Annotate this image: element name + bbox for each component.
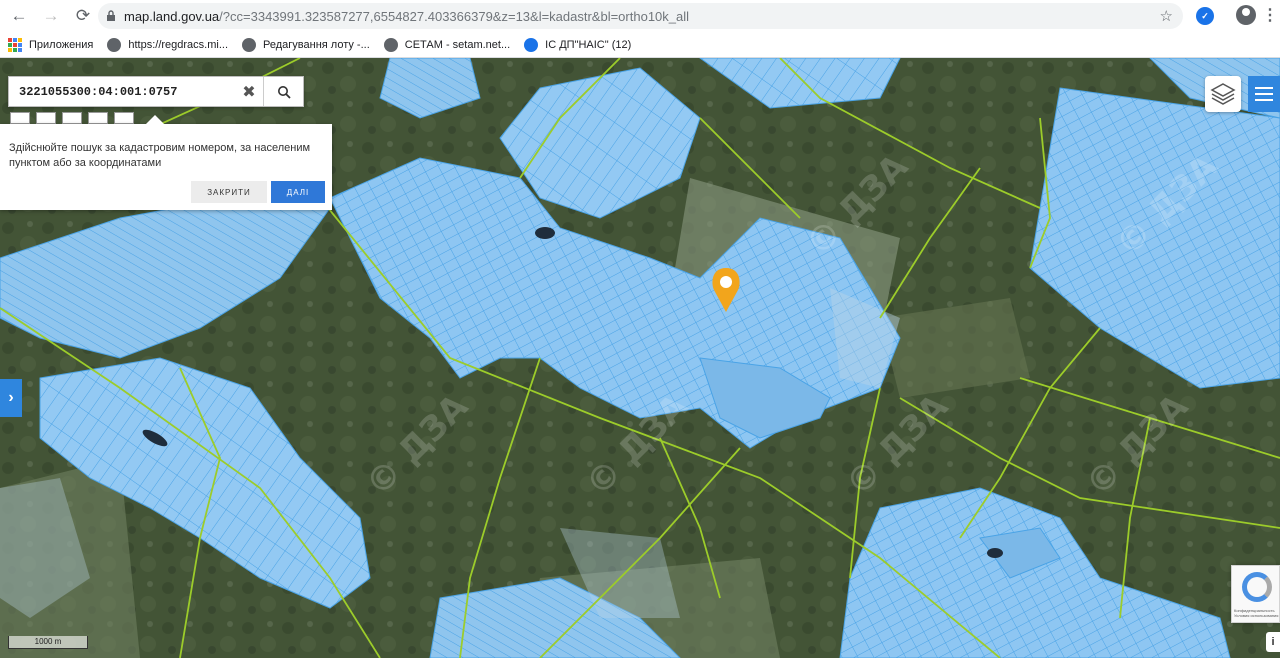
bookmark-setam[interactable]: СЕТАМ - setam.net... xyxy=(383,37,511,52)
globe-icon xyxy=(242,37,257,52)
nais-icon xyxy=(524,37,539,52)
main-menu-button[interactable] xyxy=(1248,76,1280,112)
apps-icon xyxy=(8,37,22,52)
bookmark-label: ІС ДП"НАІС" (12) xyxy=(545,38,632,51)
bookmarks-bar: Приложения https://regdracs.mi... Редагу… xyxy=(0,32,1280,58)
globe-icon xyxy=(383,37,398,52)
search-button[interactable] xyxy=(263,77,303,106)
back-button[interactable]: ← xyxy=(6,3,32,29)
browser-menu-icon[interactable]: ⋮ xyxy=(1262,5,1278,25)
next-button[interactable]: ДАЛІ xyxy=(271,181,325,203)
document-tool-icon[interactable] xyxy=(10,112,30,124)
layers-button[interactable] xyxy=(1205,76,1241,112)
scale-bar: 1000 m xyxy=(8,636,88,649)
recaptcha-text: Конфиденциальность Условия использования xyxy=(1234,608,1278,618)
close-button[interactable]: ЗАКРИТИ xyxy=(191,181,267,203)
layers-icon xyxy=(1210,83,1236,105)
bookmark-lot-edit[interactable]: Редагування лоту -... xyxy=(242,37,370,52)
bookmark-label: Редагування лоту -... xyxy=(263,38,370,51)
map-tools-row xyxy=(10,112,140,124)
chevron-right-icon: › xyxy=(8,389,14,406)
bookmark-apps[interactable]: Приложения xyxy=(8,37,94,52)
bookmark-label: СЕТАМ - setam.net... xyxy=(404,38,511,51)
info-tool-icon[interactable] xyxy=(114,112,134,124)
recaptcha-icon xyxy=(1242,572,1272,602)
sidebar-toggle-button[interactable]: › xyxy=(0,379,22,417)
address-bar[interactable]: map.land.gov.ua/?cc=3343991.323587277,65… xyxy=(98,3,1183,29)
measure-tool-icon[interactable] xyxy=(36,112,56,124)
extension-icon[interactable]: ✓ xyxy=(1196,7,1214,25)
url-text: map.land.gov.ua/?cc=3343991.323587277,65… xyxy=(124,9,689,24)
area-tool-icon[interactable] xyxy=(62,112,82,124)
browser-toolbar: ← → ⟳ map.land.gov.ua/?cc=3343991.323587… xyxy=(0,0,1280,32)
search-hint-popup: Здійснюйте пошук за кадастровим номером,… xyxy=(0,115,332,210)
pointer-tool-icon[interactable] xyxy=(88,112,108,124)
globe-icon xyxy=(107,37,122,52)
bookmark-label: https://regdracs.mi... xyxy=(128,38,229,51)
search-icon xyxy=(277,85,291,99)
hint-text: Здійснюйте пошук за кадастровим номером,… xyxy=(9,142,311,169)
url-path: /?cc=3343991.323587277,6554827.403366379… xyxy=(219,8,690,24)
recaptcha-terms[interactable]: Условия использования xyxy=(1234,613,1278,618)
bookmark-nais[interactable]: ІС ДП"НАІС" (12) xyxy=(524,37,632,52)
clear-search-icon[interactable]: ✖ xyxy=(235,77,263,106)
cadastral-search-box: ✖ xyxy=(8,76,304,107)
bookmark-regdracs[interactable]: https://regdracs.mi... xyxy=(107,37,229,52)
lock-icon xyxy=(98,10,124,22)
bookmark-star-icon[interactable]: ☆ xyxy=(1160,7,1173,25)
reload-button[interactable]: ⟳ xyxy=(70,3,96,29)
profile-icon[interactable] xyxy=(1236,5,1256,25)
forward-button[interactable]: → xyxy=(38,3,64,29)
cadastral-search-input[interactable] xyxy=(9,77,235,106)
url-host: map.land.gov.ua xyxy=(124,8,220,24)
bookmark-label: Приложения xyxy=(29,38,94,51)
recaptcha-badge[interactable]: Конфиденциальность Условия использования xyxy=(1231,565,1280,623)
info-button[interactable]: i xyxy=(1266,632,1280,652)
hamburger-icon xyxy=(1255,87,1273,101)
